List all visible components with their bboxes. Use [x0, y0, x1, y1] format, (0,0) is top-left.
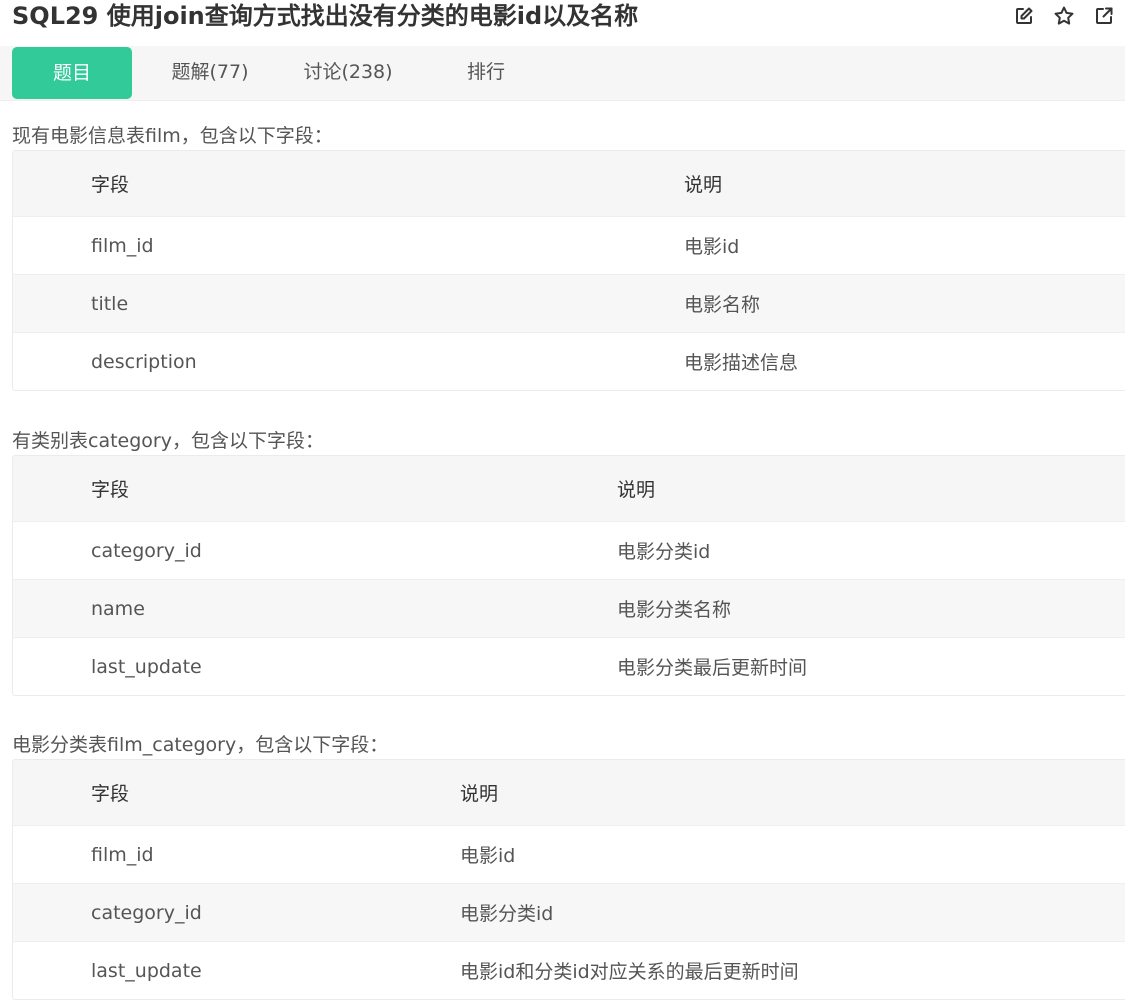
table-row: description 电影描述信息 [13, 332, 1125, 390]
section-label-film-category: 电影分类表film_category，包含以下字段： [12, 734, 389, 756]
field-name: film_id [91, 843, 154, 866]
header-cell-description: 说明 [460, 783, 499, 805]
table-film-category: 字段 说明 film_id 电影id category_id 电影分类id la… [12, 759, 1125, 1000]
table-row: last_update 电影id和分类id对应关系的最后更新时间 [13, 941, 1125, 999]
tab-question[interactable]: 题目 [12, 47, 132, 99]
table-row: film_id 电影id [13, 825, 1125, 883]
section-label-category: 有类别表category，包含以下字段： [12, 430, 324, 452]
table-row: title 电影名称 [13, 274, 1125, 332]
header-cell-description: 说明 [617, 479, 656, 501]
field-description: 电影id [460, 845, 516, 867]
field-name: category_id [91, 901, 202, 924]
field-description: 电影名称 [684, 294, 761, 316]
star-icon[interactable] [1051, 5, 1077, 27]
table-row: category_id 电影分类id [13, 521, 1125, 579]
field-description: 电影id和分类id对应关系的最后更新时间 [460, 961, 799, 983]
field-name: description [91, 350, 197, 373]
table-row: last_update 电影分类最后更新时间 [13, 637, 1125, 695]
table-header-row: 字段 说明 [13, 151, 1125, 216]
field-name: last_update [91, 959, 202, 982]
title-actions [1011, 5, 1117, 27]
field-name: name [91, 597, 145, 620]
field-name: film_id [91, 234, 154, 257]
table-header-row: 字段 说明 [13, 760, 1125, 825]
header-cell-field: 字段 [91, 479, 130, 501]
section-label-film: 现有电影信息表film，包含以下字段： [12, 125, 333, 147]
field-description: 电影id [684, 236, 740, 258]
field-description: 电影分类id [617, 541, 711, 563]
table-film: 字段 说明 film_id 电影id title 电影名称 descriptio… [12, 150, 1125, 391]
field-name: category_id [91, 539, 202, 562]
tab-solutions[interactable]: 题解(77) [150, 46, 270, 99]
field-name: last_update [91, 655, 202, 678]
field-name: title [91, 292, 129, 315]
table-header-row: 字段 说明 [13, 456, 1125, 521]
tab-ranking[interactable]: 排行 [446, 46, 526, 99]
table-row: film_id 电影id [13, 216, 1125, 274]
page-header: SQL29 使用join查询方式找出没有分类的电影id以及名称 [12, 0, 1125, 32]
edit-icon[interactable] [1011, 5, 1037, 27]
tab-discussion[interactable]: 讨论(238) [284, 46, 412, 99]
page-title: SQL29 使用join查询方式找出没有分类的电影id以及名称 [12, 2, 639, 30]
field-description: 电影分类id [460, 903, 554, 925]
table-row: name 电影分类名称 [13, 579, 1125, 637]
external-link-icon[interactable] [1091, 5, 1117, 27]
table-row: category_id 电影分类id [13, 883, 1125, 941]
tab-bar: 题目 题解(77) 讨论(238) 排行 [0, 46, 1125, 101]
field-description: 电影分类最后更新时间 [617, 657, 808, 679]
table-category: 字段 说明 category_id 电影分类id name 电影分类名称 las… [12, 455, 1125, 696]
field-description: 电影分类名称 [617, 599, 732, 621]
header-cell-field: 字段 [91, 783, 130, 805]
field-description: 电影描述信息 [684, 352, 799, 374]
header-cell-field: 字段 [91, 174, 130, 196]
header-cell-description: 说明 [684, 174, 723, 196]
